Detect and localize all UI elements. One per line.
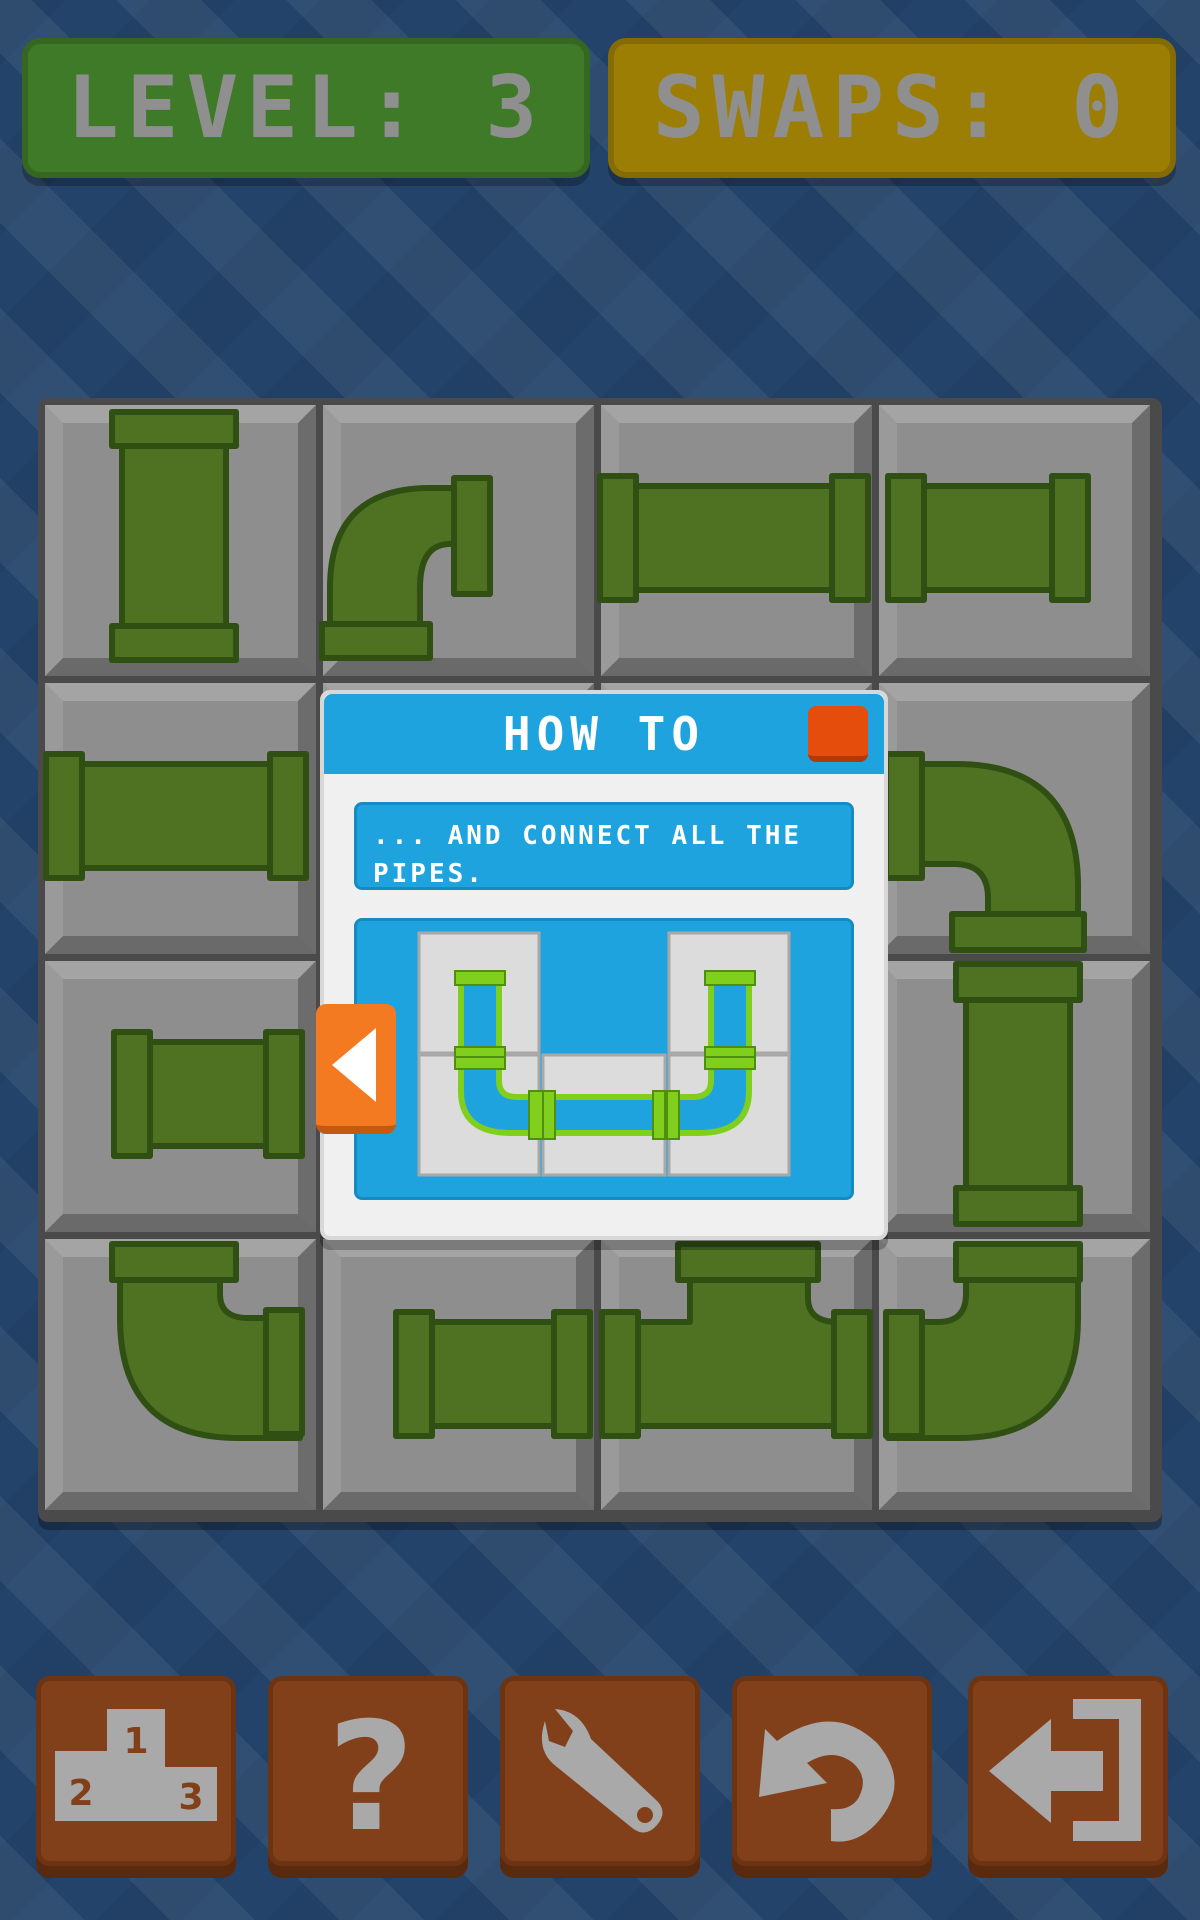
board-cell[interactable]: [879, 683, 1150, 954]
board-cell[interactable]: [45, 1239, 316, 1510]
undo-button[interactable]: [732, 1676, 932, 1866]
previous-page-button[interactable]: [316, 1004, 396, 1134]
undo-icon: [759, 1721, 895, 1842]
tutorial-pipe-cap: [542, 1090, 556, 1140]
help-glyph: ?: [327, 1691, 414, 1861]
level-text: LEVEL: 3: [66, 58, 546, 158]
settings-button[interactable]: [500, 1676, 700, 1866]
board-cell[interactable]: [45, 961, 316, 1232]
tutorial-illustration: [354, 918, 854, 1200]
board-cell[interactable]: [45, 405, 316, 676]
wrench-icon: [541, 1709, 663, 1833]
help-button[interactable]: ?: [268, 1676, 468, 1866]
board-cell[interactable]: [601, 405, 872, 676]
how-to-dialog: HOW TO ... AND CONNECT ALL THE PIPES.: [320, 690, 888, 1240]
board-cell[interactable]: [323, 1239, 594, 1510]
level-display: LEVEL: 3: [22, 38, 590, 178]
exit-button[interactable]: [968, 1676, 1168, 1866]
tutorial-pipe-cap: [454, 970, 506, 986]
board-cell[interactable]: [45, 683, 316, 954]
board-cell[interactable]: [879, 405, 1150, 676]
leaderboard-button[interactable]: 1 2 3: [36, 1676, 236, 1866]
tutorial-pipe: [540, 1094, 668, 1136]
dialog-text: ... AND CONNECT ALL THE PIPES.: [354, 802, 854, 890]
tutorial-pipe-cap: [454, 1056, 506, 1070]
podium-second: 2: [68, 1773, 93, 1814]
swaps-counter: SWAPS: 0: [608, 38, 1176, 178]
podium-first: 1: [123, 1721, 148, 1762]
tutorial-pipe: [458, 976, 502, 1058]
podium-icon: 1 2 3: [55, 1709, 217, 1821]
exit-icon: [989, 1699, 1141, 1841]
tutorial-pipe-cap: [666, 1090, 680, 1140]
close-icon[interactable]: [808, 706, 868, 762]
board-cell[interactable]: [879, 1239, 1150, 1510]
tutorial-pipe: [708, 976, 752, 1058]
podium-third: 3: [178, 1777, 203, 1818]
dialog-header: HOW TO: [324, 694, 884, 774]
help-icon: ?: [327, 1691, 414, 1861]
dialog-title: HOW TO: [502, 707, 706, 761]
tutorial-pipe-cap: [704, 970, 756, 986]
board-cell[interactable]: [879, 961, 1150, 1232]
tutorial-pipe-cap: [528, 1090, 544, 1140]
tutorial-pipe-cap: [652, 1090, 666, 1140]
tutorial-pipe-cap: [704, 1056, 756, 1070]
board-cell[interactable]: [601, 1239, 872, 1510]
swaps-text: SWAPS: 0: [652, 58, 1132, 158]
board-cell[interactable]: [323, 405, 594, 676]
arrow-left-icon: [332, 1028, 376, 1102]
